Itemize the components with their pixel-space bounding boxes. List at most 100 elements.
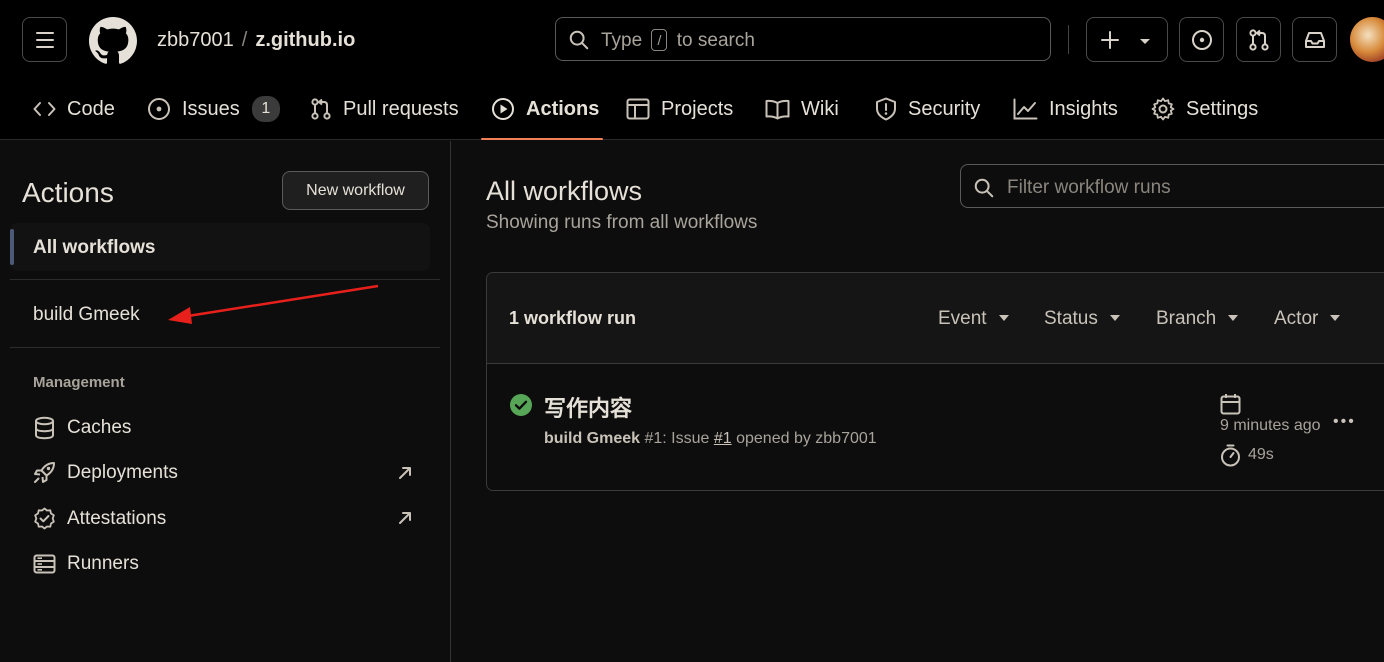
new-workflow-button[interactable]: New workflow	[282, 171, 429, 210]
run-opened-by: opened by zbb7001	[731, 430, 877, 447]
tab-insights[interactable]: Insights	[1013, 84, 1118, 134]
git-pull-request-icon	[1249, 29, 1269, 51]
tab-code-label: Code	[67, 97, 115, 120]
facet-label: Event	[938, 308, 987, 329]
issues-button[interactable]	[1179, 17, 1224, 62]
tab-settings-label: Settings	[1186, 97, 1259, 120]
issue-opened-icon	[1192, 30, 1212, 50]
database-icon	[35, 416, 54, 440]
code-icon	[33, 102, 56, 116]
header-divider	[1068, 25, 1069, 54]
run-trigger: : Issue	[662, 430, 714, 447]
calendar-icon	[1220, 394, 1241, 415]
gear-icon	[1151, 97, 1175, 121]
repo-nav: Code Issues 1 Pull requests Actions Proj…	[0, 84, 1384, 140]
menu-button[interactable]	[22, 17, 67, 62]
filter-placeholder: Filter workflow runs	[1007, 177, 1171, 198]
link-external-icon	[399, 512, 411, 524]
github-logo-icon[interactable]	[89, 17, 137, 65]
shield-icon	[876, 97, 896, 121]
tab-insights-label: Insights	[1049, 97, 1118, 120]
sidebar-item-attestations[interactable]: Attestations	[33, 504, 166, 534]
facet-label: Branch	[1156, 308, 1217, 329]
play-icon	[492, 98, 514, 120]
tab-issues-label: Issues	[182, 97, 240, 120]
tab-security[interactable]: Security	[875, 84, 980, 134]
filter-workflow-runs-input[interactable]: Filter workflow runs	[960, 164, 1384, 208]
pull-requests-button[interactable]	[1236, 17, 1281, 62]
active-indicator	[10, 229, 14, 265]
inbox-button[interactable]	[1292, 17, 1337, 62]
issue-opened-icon	[148, 98, 170, 120]
event-filter-dropdown[interactable]: Event	[938, 308, 1009, 330]
caret-down-icon	[1330, 315, 1341, 321]
global-search[interactable]: Type / to search	[555, 17, 1051, 61]
book-icon	[765, 99, 790, 119]
run-workflow-name: build Gmeek	[544, 430, 641, 447]
sidebar-divider	[10, 347, 440, 348]
page-title: All workflows	[486, 176, 643, 206]
sidebar-item-label: Caches	[67, 417, 132, 438]
tab-settings[interactable]: Settings	[1151, 84, 1258, 134]
rocket-icon	[34, 462, 55, 483]
tab-actions[interactable]: Actions	[491, 84, 599, 134]
sidebar-title: Actions	[22, 177, 114, 208]
sidebar-item-label: Attestations	[67, 508, 167, 529]
run-timestamp: 9 minutes ago	[1220, 417, 1321, 434]
search-icon	[569, 30, 589, 50]
run-count: 1 workflow run	[509, 308, 637, 328]
runs-list-header: 1 workflow run Event Status Branch Actor	[487, 273, 1384, 364]
status-filter-dropdown[interactable]: Status	[1044, 308, 1120, 330]
link-external-icon	[399, 467, 411, 479]
run-meta: build Gmeek #1: Issue #1 opened by zbb70…	[544, 430, 877, 448]
issues-count-badge: 1	[251, 96, 280, 122]
search-placeholder-before: Type	[601, 30, 643, 51]
sidebar-item-all-workflows[interactable]: All workflows	[10, 223, 430, 271]
tab-projects-label: Projects	[661, 97, 734, 120]
tab-security-label: Security	[908, 97, 981, 120]
plus-icon	[1101, 31, 1119, 49]
breadcrumb: zbb7001 / z.github.io	[157, 28, 355, 52]
tab-pull-requests[interactable]: Pull requests	[310, 84, 459, 134]
hamburger-icon	[36, 32, 54, 34]
facet-label: Actor	[1274, 308, 1319, 329]
kebab-menu-icon[interactable]: •••	[1333, 413, 1356, 431]
sidebar-item-deployments[interactable]: Deployments	[33, 458, 178, 488]
sidebar-item-caches[interactable]: Caches	[33, 413, 131, 443]
git-pull-request-icon	[311, 98, 331, 120]
actor-filter-dropdown[interactable]: Actor	[1274, 308, 1341, 330]
sidebar-divider	[10, 279, 440, 280]
caret-down-icon	[1228, 315, 1239, 321]
caret-down-icon	[1109, 315, 1120, 321]
issue-link[interactable]: #1	[714, 430, 732, 447]
graph-icon	[1013, 98, 1038, 120]
sidebar-item-build-gmeek[interactable]: build Gmeek	[33, 304, 140, 326]
repo-link[interactable]: z.github.io	[255, 29, 355, 51]
run-duration: 49s	[1248, 446, 1274, 463]
branch-filter-dropdown[interactable]: Branch	[1156, 308, 1239, 330]
run-title-link[interactable]: 写作内容	[544, 391, 632, 423]
sidebar-item-label: Runners	[67, 553, 139, 574]
tab-pull-requests-label: Pull requests	[343, 97, 459, 120]
workflow-runs-list: 1 workflow run Event Status Branch Actor…	[486, 272, 1384, 491]
actions-sidebar: Actions New workflow All workflows build…	[0, 141, 451, 662]
chevron-down-icon	[1140, 39, 1150, 44]
avatar[interactable]	[1350, 17, 1384, 62]
sidebar-item-runners[interactable]: Runners	[33, 549, 139, 579]
management-heading: Management	[33, 374, 125, 391]
sidebar-item-label: All workflows	[33, 237, 156, 258]
tab-projects[interactable]: Projects	[626, 84, 733, 134]
top-header: zbb7001 / z.github.io Type / to search Cod…	[0, 0, 1384, 140]
tab-wiki[interactable]: Wiki	[765, 84, 839, 134]
tab-code[interactable]: Code	[33, 84, 115, 134]
tab-issues[interactable]: Issues 1	[147, 84, 280, 134]
run-number: #1	[644, 430, 663, 447]
breadcrumb-separator: /	[241, 29, 248, 51]
verified-icon	[34, 507, 55, 530]
table-icon	[626, 98, 650, 120]
create-new-button[interactable]	[1086, 17, 1168, 62]
check-circle-icon	[510, 394, 532, 416]
facet-label: Status	[1044, 308, 1098, 329]
owner-link[interactable]: zbb7001	[157, 29, 234, 51]
caret-down-icon	[998, 315, 1009, 321]
